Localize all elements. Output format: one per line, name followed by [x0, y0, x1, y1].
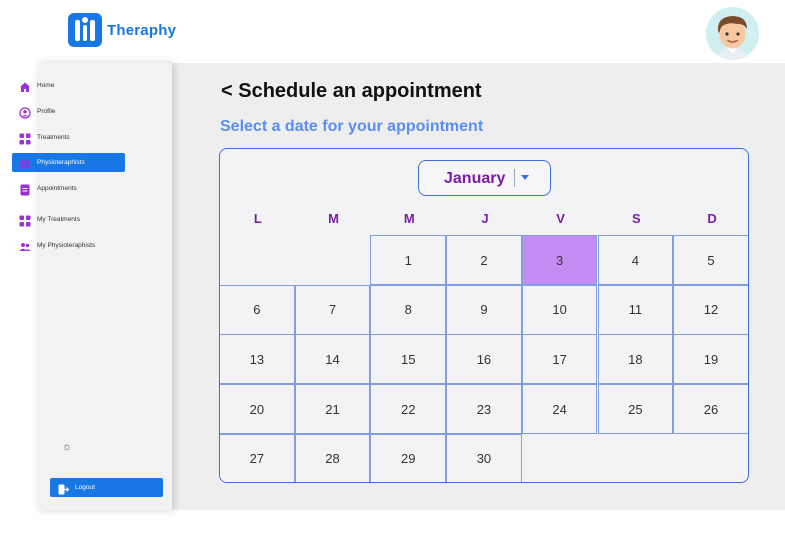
grid-icon: [19, 214, 31, 226]
calendar-day[interactable]: 28: [294, 433, 371, 482]
calendar-day[interactable]: 4: [597, 235, 674, 285]
calendar-day[interactable]: 2: [446, 235, 522, 285]
calendar-day[interactable]: 17: [521, 334, 598, 385]
logout-icon: [58, 482, 70, 495]
calendar-day[interactable]: 20: [220, 384, 295, 435]
sidebar-item-my-physioteraphists[interactable]: My Physioteraphists: [12, 236, 125, 255]
people-icon: [19, 240, 31, 252]
avatar[interactable]: [706, 7, 759, 60]
calendar-day[interactable]: 18: [597, 334, 674, 385]
calendar-day[interactable]: 19: [673, 334, 748, 385]
profile-icon: [19, 106, 31, 119]
month-select-divider: [514, 169, 515, 187]
calendar-day[interactable]: 23: [446, 384, 522, 435]
page-subtitle: Select a date for your appointment: [220, 118, 484, 135]
calendar-day[interactable]: 5: [673, 235, 748, 285]
logout-label: Logout: [75, 484, 95, 491]
calendar-day[interactable]: 9: [446, 284, 522, 335]
weekday-header: S: [632, 211, 641, 226]
calendar-day[interactable]: 10: [521, 284, 598, 335]
app-logo[interactable]: Theraphy: [68, 13, 176, 47]
brand-name: Theraphy: [107, 21, 177, 39]
logout-button[interactable]: Logout: [50, 478, 163, 497]
theme-toggle-sun-icon[interactable]: ☼: [61, 441, 73, 453]
calendar-day[interactable]: 11: [597, 284, 674, 335]
calendar-day[interactable]: 14: [294, 334, 371, 385]
chevron-down-icon[interactable]: [521, 175, 529, 180]
month-label: January: [444, 170, 506, 187]
calendar-day[interactable]: 25: [597, 384, 674, 435]
calendar-day[interactable]: 12: [673, 284, 748, 335]
sidebar-item-physioteraphists[interactable]: Physioteraphists: [12, 153, 125, 172]
calendar-day[interactable]: 26: [673, 384, 748, 435]
weekday-header: J: [481, 211, 489, 226]
sidebar-item-profile[interactable]: Profile: [12, 102, 125, 121]
calendar-day[interactable]: 15: [370, 334, 447, 385]
sidebar-item-label: Appointments: [37, 185, 77, 192]
calendar-day[interactable]: 27: [220, 433, 295, 482]
logo-icon: [68, 13, 102, 47]
calendar-day[interactable]: 6: [220, 284, 295, 335]
sidebar-item-label: Profile: [37, 108, 56, 115]
sidebar-item-treatments[interactable]: Treatments: [12, 128, 125, 147]
weekday-header: M: [328, 211, 339, 226]
sidebar-item-label: Treatments: [37, 134, 70, 141]
sidebar-item-label: My Treatments: [37, 216, 80, 223]
calendar-day[interactable]: 1: [370, 235, 447, 285]
calendar-day[interactable]: 22: [370, 384, 447, 435]
weekday-header: D: [707, 211, 717, 226]
sidebar-item-home[interactable]: Home: [12, 76, 125, 95]
home-icon: [19, 80, 31, 92]
sidebar-item-label: Home: [37, 82, 55, 89]
calendar-day[interactable]: 8: [370, 284, 447, 335]
calendar-day[interactable]: 30: [446, 433, 522, 482]
calendar-day[interactable]: 13: [220, 334, 295, 385]
calendar-day[interactable]: 16: [446, 334, 522, 385]
sidebar-item-label: My Physioteraphists: [37, 242, 96, 249]
calendar-day[interactable]: 21: [294, 384, 371, 435]
grid-icon: [19, 132, 31, 144]
month-select[interactable]: January: [418, 160, 551, 196]
weekday-header: M: [403, 211, 415, 226]
calendar-day[interactable]: 7: [294, 284, 371, 335]
calendar-day[interactable]: 29: [370, 433, 447, 482]
globe-icon: [19, 157, 31, 169]
weekday-header: L: [253, 211, 262, 226]
page-title[interactable]: < Schedule an appointment: [221, 80, 482, 103]
document-icon: [19, 183, 31, 195]
sidebar-item-my-treatments[interactable]: My Treatments: [12, 210, 125, 229]
sidebar-item-appointments[interactable]: Appointments: [12, 179, 125, 198]
calendar: January L M M J V S D 1 2 3 4 5 6 7 8 9 10 11 12 13 14 15 16 17…: [219, 148, 749, 483]
calendar-day[interactable]: 24: [521, 384, 598, 435]
sidebar-item-label: Physioteraphists: [37, 159, 85, 166]
weekday-header: V: [556, 211, 565, 226]
calendar-day[interactable]: 3: [521, 235, 598, 285]
